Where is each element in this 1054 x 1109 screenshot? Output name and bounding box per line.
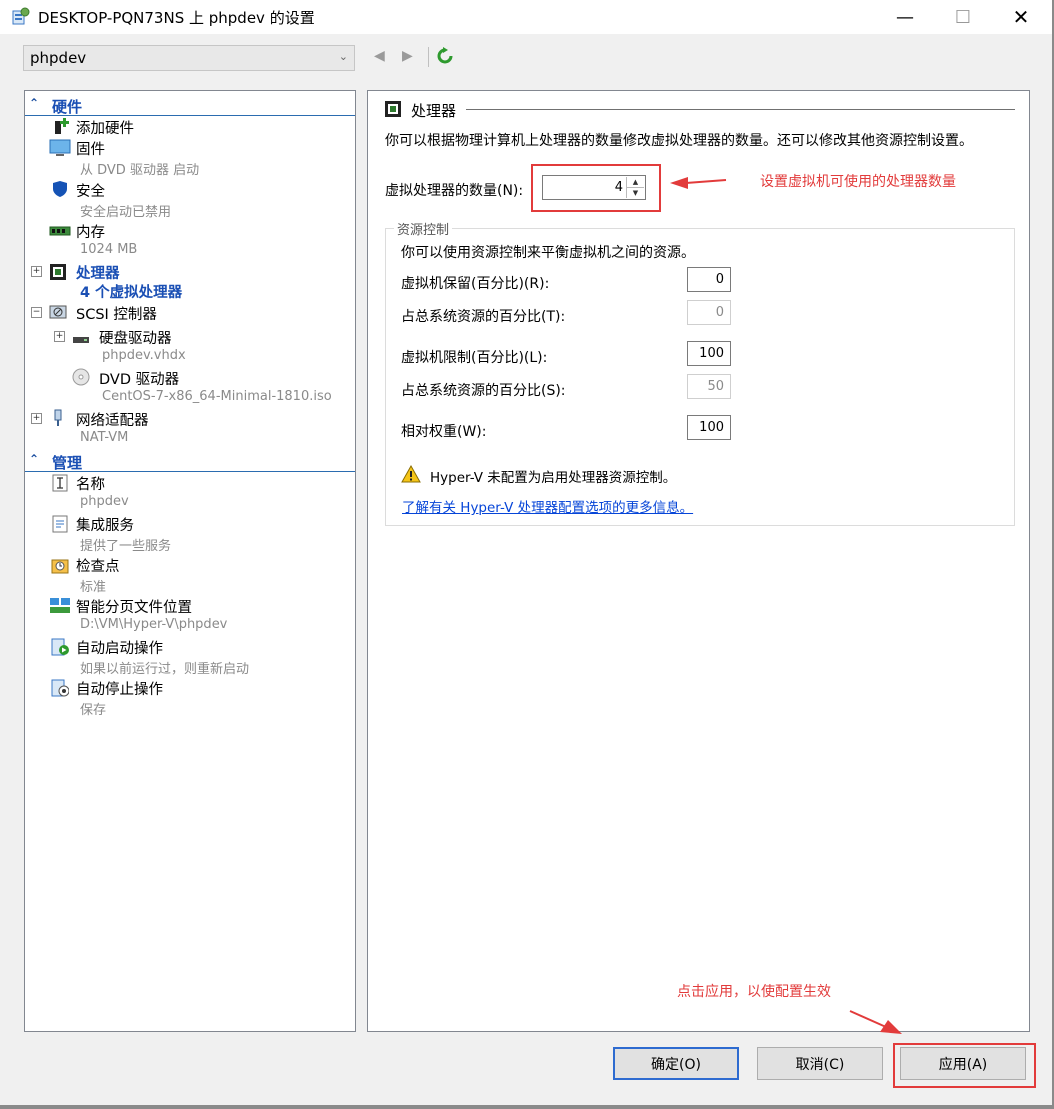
- hard-drive-icon: [73, 337, 89, 343]
- hardware-header-label: 硬件: [52, 98, 83, 116]
- vm-select-dropdown[interactable]: phpdev ⌄: [23, 45, 355, 71]
- ok-button[interactable]: 确定(O): [613, 1047, 739, 1080]
- tree-item-label: SCSI 控制器: [76, 307, 157, 323]
- chevron-up-icon: ⌃: [29, 452, 40, 466]
- learn-more-link[interactable]: 了解有关 Hyper-V 处理器配置选项的更多信息。: [402, 496, 693, 516]
- annotation-set-count: 设置虚拟机可使用的处理器数量: [760, 174, 956, 190]
- toolbar-separator: [428, 47, 429, 67]
- tree-item-label: 检查点: [76, 559, 120, 575]
- window-title: DESKTOP-PQN73NS 上 phpdev 的设置: [38, 9, 315, 27]
- window-border-bottom: [0, 1105, 1054, 1109]
- tree-item-sub: 4 个虚拟处理器: [80, 285, 183, 301]
- auto-start-icon: [51, 638, 69, 656]
- highlight-apply-box: [893, 1043, 1036, 1088]
- tree-item-label: 智能分页文件位置: [76, 600, 192, 616]
- scsi-controller-icon: [49, 305, 67, 319]
- expand-icon[interactable]: +: [54, 331, 65, 342]
- title-divider: [466, 109, 1015, 110]
- add-hardware-icon: [55, 118, 69, 134]
- expand-icon[interactable]: +: [31, 413, 42, 424]
- tree-item-sub: 从 DVD 驱动器 启动: [80, 163, 200, 178]
- dvd-disc-icon: [72, 368, 90, 386]
- processor-count-label: 虚拟处理器的数量(N):: [385, 183, 524, 199]
- tree-item-label: 硬盘驱动器: [99, 331, 172, 347]
- hardware-section-header[interactable]: ⌃ 硬件: [25, 95, 355, 116]
- name-field-icon: [52, 474, 68, 492]
- tree-item-sub: 标准: [80, 580, 107, 595]
- reserve-input[interactable]: 0: [687, 267, 731, 292]
- firmware-icon: [49, 139, 71, 156]
- smart-paging-icon: [50, 598, 70, 613]
- limit-total-label: 占总系统资源的百分比(S):: [401, 383, 566, 399]
- processor-settings-panel: 处理器 你可以根据物理计算机上处理器的数量修改虚拟处理器的数量。还可以修改其他资…: [367, 90, 1030, 1034]
- resource-group-title: 资源控制: [394, 219, 453, 238]
- reserve-total-readonly: 0: [687, 300, 731, 325]
- processor-title: 处理器: [411, 102, 457, 120]
- collapse-icon[interactable]: −: [31, 307, 42, 318]
- close-button[interactable]: ✕: [998, 0, 1044, 34]
- tree-item-sub: CentOS-7-x86_64-Minimal-1810.iso: [102, 389, 332, 404]
- network-adapter-icon: [54, 409, 62, 426]
- reserve-total-label: 占总系统资源的百分比(T):: [401, 309, 566, 325]
- checkpoint-icon: [51, 559, 69, 574]
- minimize-button[interactable]: —: [882, 0, 928, 34]
- vm-select-value: phpdev: [30, 49, 87, 67]
- back-arrow-icon[interactable]: ◀: [374, 48, 385, 64]
- limit-input[interactable]: 100: [687, 341, 731, 366]
- limit-label: 虚拟机限制(百分比)(L):: [401, 350, 548, 366]
- tree-item-sub: 1024 MB: [80, 242, 138, 257]
- integration-services-icon: [52, 515, 68, 533]
- tree-item-label: DVD 驱动器: [99, 372, 180, 388]
- limit-total-readonly: 50: [687, 374, 731, 399]
- tree-item-label: 名称: [76, 477, 105, 493]
- warning-icon: [401, 465, 421, 483]
- reserve-label: 虚拟机保留(百分比)(R):: [401, 276, 550, 292]
- maximize-button[interactable]: ☐: [940, 0, 986, 34]
- tree-item-label: 自动停止操作: [76, 682, 163, 698]
- tree-item-label: 添加硬件: [76, 121, 134, 137]
- forward-arrow-icon[interactable]: ▶: [402, 48, 413, 64]
- management-header-label: 管理: [52, 454, 83, 472]
- tree-item-sub: 保存: [80, 703, 107, 718]
- tree-item-label: 集成服务: [76, 518, 134, 534]
- tree-item-sub: D:\VM\Hyper-V\phpdev: [80, 617, 228, 632]
- weight-label: 相对权重(W):: [401, 424, 487, 440]
- weight-input[interactable]: 100: [687, 415, 731, 440]
- cancel-button[interactable]: 取消(C): [757, 1047, 883, 1080]
- tree-item-label: 自动启动操作: [76, 641, 163, 657]
- vm-settings-icon: [12, 7, 30, 25]
- tree-item-label: 安全: [76, 184, 105, 200]
- annotation-arrow-icon: [670, 177, 727, 189]
- tree-item-sub: 如果以前运行过，则重新启动: [80, 662, 250, 677]
- resource-description: 你可以使用资源控制来平衡虚拟机之间的资源。: [401, 245, 695, 261]
- processor-description: 你可以根据物理计算机上处理器的数量修改虚拟处理器的数量。还可以修改其他资源控制设…: [385, 133, 973, 149]
- memory-icon: [49, 226, 71, 236]
- refresh-icon[interactable]: [436, 47, 454, 65]
- expand-icon[interactable]: +: [31, 266, 42, 277]
- chevron-down-icon: ⌄: [338, 50, 348, 63]
- tree-item-label: 内存: [76, 225, 105, 241]
- warning-text: Hyper-V 未配置为启用处理器资源控制。: [430, 470, 677, 486]
- shield-icon: [53, 181, 67, 197]
- processor-icon: [385, 101, 401, 117]
- tree-item-sub: phpdev.vhdx: [102, 348, 186, 363]
- annotation-arrow-icon: [849, 1010, 902, 1034]
- processor-icon: [50, 264, 66, 280]
- tree-item-sub: phpdev: [80, 494, 129, 509]
- hardware-tree-panel: ⌃ 硬件 添加硬件 固件 从 DVD 驱动器 启动 安全 安全启动已禁用 内存 …: [24, 90, 356, 1032]
- auto-stop-icon: [51, 679, 69, 697]
- tree-item-sub: NAT-VM: [80, 430, 129, 445]
- tree-item-label: 处理器: [76, 266, 120, 282]
- management-section-header[interactable]: ⌃ 管理: [25, 451, 355, 472]
- tree-item-sub: 提供了一些服务: [80, 539, 172, 554]
- chevron-up-icon: ⌃: [29, 96, 40, 110]
- annotation-apply-hint: 点击应用，以使配置生效: [677, 984, 831, 1000]
- highlight-count-box: [531, 164, 661, 212]
- tree-item-label: 网络适配器: [76, 413, 149, 429]
- tree-item-label: 固件: [76, 142, 105, 158]
- tree-item-sub: 安全启动已禁用: [80, 205, 172, 220]
